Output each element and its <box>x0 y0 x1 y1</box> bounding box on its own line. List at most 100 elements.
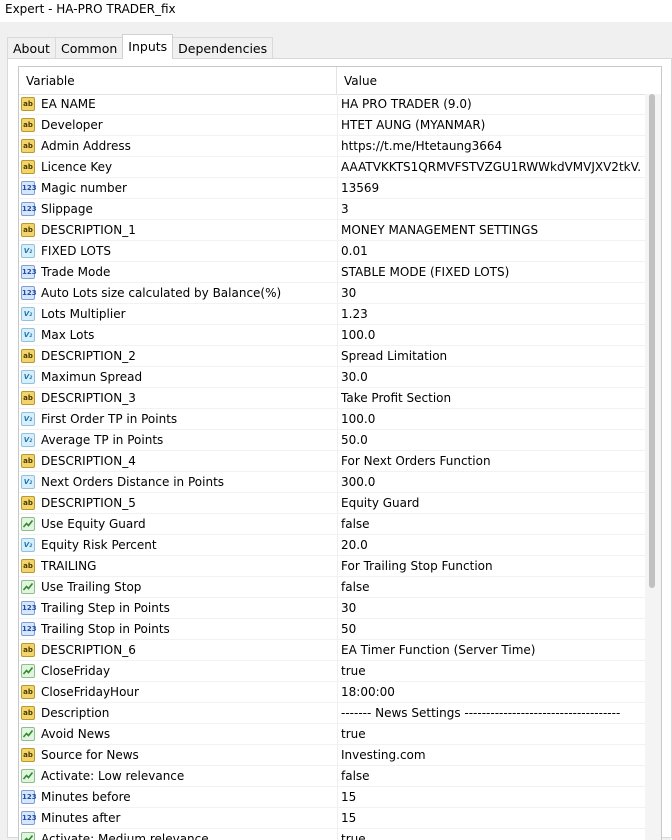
variable-value[interactable]: 30 <box>341 598 641 618</box>
variable-name: Activate: Low relevance <box>41 769 185 783</box>
variable-value[interactable]: 100.0 <box>341 325 641 345</box>
column-header-variable[interactable]: Variable <box>19 67 337 94</box>
column-header-value[interactable]: Value <box>337 67 645 94</box>
variable-value[interactable]: 3 <box>341 199 641 219</box>
variable-value[interactable]: 18:00:00 <box>341 682 641 702</box>
table-row[interactable]: CloseFriday true <box>19 661 645 682</box>
variable-value[interactable]: Spread Limitation <box>341 346 641 366</box>
variable-value[interactable]: For Trailing Stop Function <box>341 556 641 576</box>
table-row[interactable]: V₂ First Order TP in Points 100.0 <box>19 409 645 430</box>
variable-value[interactable]: false <box>341 514 641 534</box>
table-row[interactable]: 123 Trailing Stop in Points 50 <box>19 619 645 640</box>
table-row[interactable]: ab DESCRIPTION_5 Equity Guard <box>19 493 645 514</box>
variable-value[interactable]: AAATVKKTS1QRMVFSTVZGU1RWWkdVMVJXV2tkV... <box>341 157 641 177</box>
variable-name: Minutes before <box>41 790 131 804</box>
integer-icon: 123 <box>21 181 37 195</box>
variable-value[interactable]: EA Timer Function (Server Time) <box>341 640 641 660</box>
table-row[interactable]: 123 Auto Lots size calculated by Balance(… <box>19 283 645 304</box>
table-row[interactable]: ab CloseFridayHour 18:00:00 <box>19 682 645 703</box>
table-row[interactable]: ab Description ------- News Settings -----… <box>19 703 645 724</box>
variable-name: DESCRIPTION_3 <box>41 391 136 405</box>
variable-value[interactable]: HA PRO TRADER (9.0) <box>341 94 641 114</box>
tab-dependencies[interactable]: Dependencies <box>172 37 274 59</box>
variable-value[interactable]: true <box>341 724 641 744</box>
table-row[interactable]: Use Trailing Stop false <box>19 577 645 598</box>
table-row[interactable]: ab DESCRIPTION_3 Take Profit Section <box>19 388 645 409</box>
vertical-scrollbar[interactable] <box>645 94 661 840</box>
table-row[interactable]: ab DESCRIPTION_4 For Next Orders Function <box>19 451 645 472</box>
table-row[interactable]: V₂ FIXED LOTS 0.01 <box>19 241 645 262</box>
tab-inputs[interactable]: Inputs <box>122 34 174 59</box>
variable-name: Lots Multiplier <box>41 307 126 321</box>
table-row[interactable]: 123 Trade Mode STABLE MODE (FIXED LOTS) <box>19 262 645 283</box>
variable-value[interactable]: STABLE MODE (FIXED LOTS) <box>341 262 641 282</box>
table-row[interactable]: ab Licence Key AAATVKKTS1QRMVFSTVZGU1RWWkd… <box>19 157 645 178</box>
variable-value[interactable]: 13569 <box>341 178 641 198</box>
table-row[interactable]: V₂ Maximun Spread 30.0 <box>19 367 645 388</box>
integer-icon: 123 <box>21 265 37 279</box>
table-row[interactable]: 123 Trailing Step in Points 30 <box>19 598 645 619</box>
variable-value[interactable]: 100.0 <box>341 409 641 429</box>
double-icon: V₂ <box>21 538 35 552</box>
table-row[interactable]: ab Admin Address https://t.me/Htetaung3664 <box>19 136 645 157</box>
table-header: Variable Value <box>19 67 661 95</box>
variable-value[interactable]: For Next Orders Function <box>341 451 641 471</box>
variable-value[interactable]: false <box>341 766 641 786</box>
variable-value[interactable]: Equity Guard <box>341 493 641 513</box>
variable-name: DESCRIPTION_2 <box>41 349 136 363</box>
double-icon: V₂ <box>21 328 35 342</box>
string-icon: ab <box>21 706 35 720</box>
variable-value[interactable]: 15 <box>341 787 641 807</box>
table-row[interactable]: V₂ Lots Multiplier 1.23 <box>19 304 645 325</box>
string-icon: ab <box>21 118 35 132</box>
table-row[interactable]: V₂ Next Orders Distance in Points 300.0 <box>19 472 645 493</box>
variable-value[interactable]: 0.01 <box>341 241 641 261</box>
double-icon: V₂ <box>21 475 35 489</box>
variable-value[interactable]: 50.0 <box>341 430 641 450</box>
variable-name: Source for News <box>41 748 139 762</box>
boolean-icon <box>21 580 35 594</box>
variable-name: EA NAME <box>41 97 96 111</box>
boolean-icon <box>21 769 35 783</box>
table-row[interactable]: ab Source for News Investing.com <box>19 745 645 766</box>
table-row[interactable]: Avoid News true <box>19 724 645 745</box>
tab-about[interactable]: About <box>7 37 56 59</box>
variable-value[interactable]: 20.0 <box>341 535 641 555</box>
variable-value[interactable]: Investing.com <box>341 745 641 765</box>
variable-value[interactable]: HTET AUNG (MYANMAR) <box>341 115 641 135</box>
double-icon: V₂ <box>21 370 35 384</box>
table-row[interactable]: Activate: Medium relevance true <box>19 829 645 840</box>
variable-value[interactable]: 300.0 <box>341 472 641 492</box>
tab-common[interactable]: Common <box>54 37 124 59</box>
table-row[interactable]: Activate: Low relevance false <box>19 766 645 787</box>
integer-icon: 123 <box>21 202 37 216</box>
variable-value[interactable]: false <box>341 577 641 597</box>
variable-value[interactable]: https://t.me/Htetaung3664 <box>341 136 641 156</box>
variable-value[interactable]: 1.23 <box>341 304 641 324</box>
variable-value[interactable]: 30.0 <box>341 367 641 387</box>
variable-value[interactable]: true <box>341 829 641 840</box>
table-row[interactable]: V₂ Max Lots 100.0 <box>19 325 645 346</box>
table-row[interactable]: ab DESCRIPTION_6 EA Timer Function (Server… <box>19 640 645 661</box>
variable-value[interactable]: MONEY MANAGEMENT SETTINGS <box>341 220 641 240</box>
table-row[interactable]: Use Equity Guard false <box>19 514 645 535</box>
table-row[interactable]: 123 Slippage 3 <box>19 199 645 220</box>
scrollbar-thumb[interactable] <box>649 94 655 588</box>
variable-value[interactable]: 30 <box>341 283 641 303</box>
table-row[interactable]: ab EA NAME HA PRO TRADER (9.0) <box>19 94 645 115</box>
table-row[interactable]: ab DESCRIPTION_2 Spread Limitation <box>19 346 645 367</box>
table-row[interactable]: V₂ Equity Risk Percent 20.0 <box>19 535 645 556</box>
table-row[interactable]: 123 Minutes before 15 <box>19 787 645 808</box>
integer-icon: 123 <box>21 601 37 615</box>
table-row[interactable]: V₂ Average TP in Points 50.0 <box>19 430 645 451</box>
variable-value[interactable]: Take Profit Section <box>341 388 641 408</box>
variable-value[interactable]: 15 <box>341 808 641 828</box>
table-row[interactable]: ab Developer HTET AUNG (MYANMAR) <box>19 115 645 136</box>
table-row[interactable]: 123 Magic number 13569 <box>19 178 645 199</box>
table-row[interactable]: ab DESCRIPTION_1 MONEY MANAGEMENT SETTINGS <box>19 220 645 241</box>
variable-value[interactable]: true <box>341 661 641 681</box>
table-row[interactable]: 123 Minutes after 15 <box>19 808 645 829</box>
variable-value[interactable]: ------- News Settings ------------------… <box>341 703 641 723</box>
table-row[interactable]: ab TRAILING For Trailing Stop Function <box>19 556 645 577</box>
variable-value[interactable]: 50 <box>341 619 641 639</box>
